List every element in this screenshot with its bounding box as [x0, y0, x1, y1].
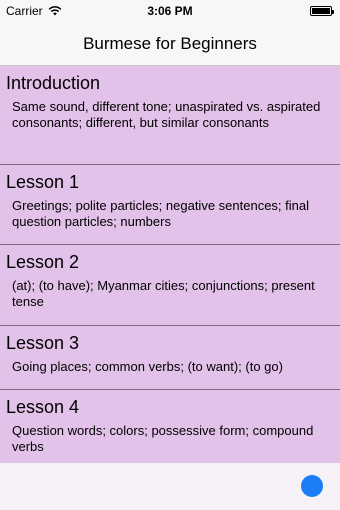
lesson-row-lesson-3[interactable]: Lesson 3 Going places; common verbs; (to… — [0, 326, 340, 390]
navigation-bar: Burmese for Beginners — [0, 22, 340, 66]
battery-nub — [332, 10, 334, 14]
lesson-subtitle: (at); (to have); Myanmar cities; conjunc… — [12, 278, 315, 309]
lesson-row-introduction[interactable]: Introduction Same sound, different tone;… — [0, 66, 340, 165]
lesson-row-lesson-4[interactable]: Lesson 4 Question words; colors; possess… — [0, 390, 340, 463]
battery-icon — [310, 6, 334, 16]
lesson-list: Introduction Same sound, different tone;… — [0, 66, 340, 463]
lesson-subtitle: Question words; colors; possessive form;… — [12, 423, 314, 454]
status-bar: Carrier 3:06 PM — [0, 0, 340, 22]
lesson-title: Lesson 2 — [6, 252, 80, 272]
lesson-subtitle: Going places; common verbs; (to want); (… — [12, 359, 283, 374]
lesson-title: Lesson 4 — [6, 397, 80, 417]
status-time: 3:06 PM — [147, 4, 193, 18]
lesson-title: Lesson 1 — [6, 172, 80, 192]
battery-fill — [312, 8, 330, 14]
lesson-subtitle: Same sound, different tone; unaspirated … — [12, 99, 321, 130]
floating-action-button[interactable] — [301, 475, 323, 497]
lesson-subtitle: Greetings; polite particles; negative se… — [12, 198, 310, 229]
lesson-title: Introduction — [6, 73, 101, 93]
lesson-row-lesson-2[interactable]: Lesson 2 (at); (to have); Myanmar cities… — [0, 245, 340, 326]
nav-title: Burmese for Beginners — [83, 33, 257, 53]
lesson-row-lesson-1[interactable]: Lesson 1 Greetings; polite particles; ne… — [0, 165, 340, 245]
lesson-title: Lesson 3 — [6, 333, 80, 353]
